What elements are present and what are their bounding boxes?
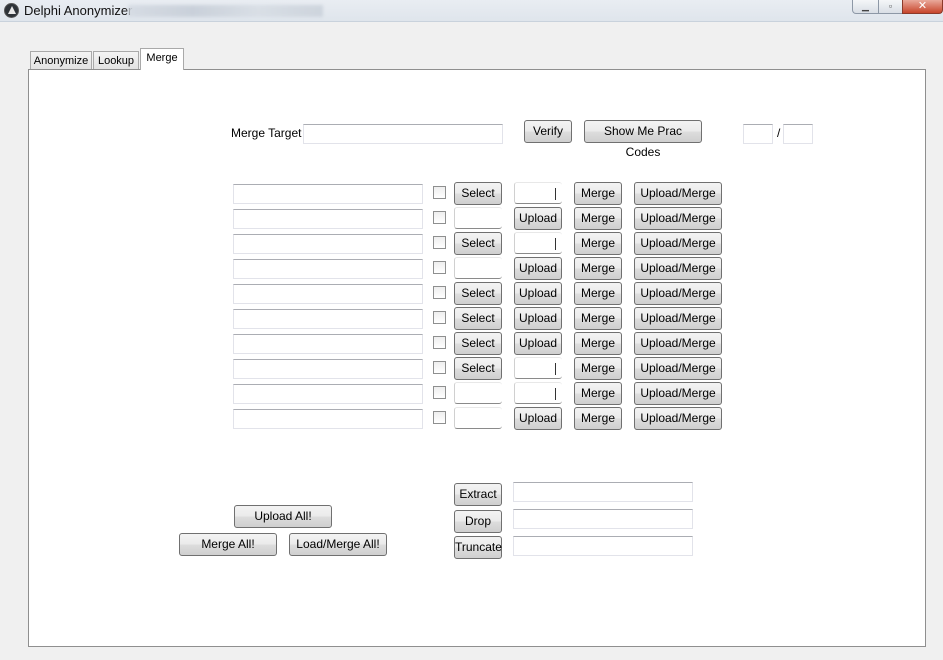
merge-button[interactable]: Merge	[574, 282, 622, 305]
file-path-input[interactable]	[233, 334, 423, 354]
select-slot-empty	[454, 382, 502, 404]
truncate-button[interactable]: Truncate	[454, 536, 502, 559]
tab-merge[interactable]: Merge	[140, 48, 184, 70]
upload-merge-button[interactable]: Upload/Merge	[634, 307, 722, 330]
merge-button[interactable]: Merge	[574, 182, 622, 205]
drop-input[interactable]	[513, 509, 693, 529]
title-bar: Delphi Anonymizer ▁ ▫ ✕	[0, 0, 943, 22]
load-merge-all-button[interactable]: Load/Merge All!	[289, 533, 387, 556]
select-button[interactable]: Select	[454, 332, 502, 355]
slot-marker	[555, 363, 556, 375]
file-path-input[interactable]	[233, 359, 423, 379]
select-button[interactable]: Select	[454, 307, 502, 330]
merge-button[interactable]: Merge	[574, 332, 622, 355]
counter-right-input[interactable]	[783, 124, 813, 144]
upload-merge-button[interactable]: Upload/Merge	[634, 282, 722, 305]
upload-merge-button[interactable]: Upload/Merge	[634, 357, 722, 380]
upload-slot-empty	[514, 182, 562, 204]
upload-button[interactable]: Upload	[514, 407, 562, 430]
row-checkbox[interactable]	[433, 286, 446, 299]
minimize-icon[interactable]: ▁	[852, 0, 879, 14]
upload-button[interactable]: Upload	[514, 332, 562, 355]
upload-slot-empty	[514, 232, 562, 254]
drop-button[interactable]: Drop	[454, 510, 502, 533]
extract-input[interactable]	[513, 482, 693, 502]
select-slot-empty	[454, 257, 502, 279]
maximize-icon[interactable]: ▫	[878, 0, 903, 14]
row-checkbox[interactable]	[433, 336, 446, 349]
app-logo-icon	[4, 3, 19, 18]
title-blurred-text	[128, 5, 323, 17]
select-slot-empty	[454, 407, 502, 429]
row-checkbox[interactable]	[433, 311, 446, 324]
merge-target-input[interactable]	[303, 124, 503, 144]
upload-button[interactable]: Upload	[514, 307, 562, 330]
merge-button[interactable]: Merge	[574, 382, 622, 405]
merge-button[interactable]: Merge	[574, 257, 622, 280]
tab-lookup[interactable]: Lookup	[93, 51, 139, 71]
file-path-input[interactable]	[233, 284, 423, 304]
counter-separator: /	[777, 126, 781, 140]
merge-button[interactable]: Merge	[574, 207, 622, 230]
select-button[interactable]: Select	[454, 182, 502, 205]
upload-merge-button[interactable]: Upload/Merge	[634, 407, 722, 430]
upload-merge-button[interactable]: Upload/Merge	[634, 182, 722, 205]
file-path-input[interactable]	[233, 184, 423, 204]
row-checkbox[interactable]	[433, 361, 446, 374]
verify-button[interactable]: Verify	[524, 120, 572, 143]
select-button[interactable]: Select	[454, 357, 502, 380]
file-path-input[interactable]	[233, 409, 423, 429]
close-icon[interactable]: ✕	[902, 0, 943, 14]
file-path-input[interactable]	[233, 384, 423, 404]
merge-button[interactable]: Merge	[574, 307, 622, 330]
show-prac-codes-button[interactable]: Show Me Prac Codes	[584, 120, 702, 159]
upload-merge-button[interactable]: Upload/Merge	[634, 257, 722, 280]
upload-slot-empty	[514, 357, 562, 379]
row-checkbox[interactable]	[433, 236, 446, 249]
extract-button[interactable]: Extract	[454, 483, 502, 506]
file-path-input[interactable]	[233, 309, 423, 329]
upload-button[interactable]: Upload	[514, 257, 562, 280]
row-checkbox[interactable]	[433, 411, 446, 424]
upload-button[interactable]: Upload	[514, 207, 562, 230]
upload-button[interactable]: Upload	[514, 282, 562, 305]
row-checkbox[interactable]	[433, 211, 446, 224]
file-path-input[interactable]	[233, 209, 423, 229]
row-checkbox[interactable]	[433, 261, 446, 274]
slot-marker	[555, 238, 556, 250]
upload-merge-button[interactable]: Upload/Merge	[634, 382, 722, 405]
select-button[interactable]: Select	[454, 232, 502, 255]
truncate-input[interactable]	[513, 536, 693, 556]
counter-left-input[interactable]	[743, 124, 773, 144]
merge-button[interactable]: Merge	[574, 232, 622, 255]
row-checkbox[interactable]	[433, 386, 446, 399]
select-button[interactable]: Select	[454, 282, 502, 305]
upload-merge-button[interactable]: Upload/Merge	[634, 207, 722, 230]
merge-button[interactable]: Merge	[574, 407, 622, 430]
window-title: Delphi Anonymizer	[24, 3, 133, 18]
upload-slot-empty	[514, 382, 562, 404]
select-slot-empty	[454, 207, 502, 229]
slot-marker	[555, 188, 556, 200]
tab-anonymize[interactable]: Anonymize	[30, 51, 92, 71]
row-checkbox[interactable]	[433, 186, 446, 199]
merge-target-label: Merge Target	[231, 126, 302, 140]
merge-all-button[interactable]: Merge All!	[179, 533, 277, 556]
upload-merge-button[interactable]: Upload/Merge	[634, 232, 722, 255]
upload-all-button[interactable]: Upload All!	[234, 505, 332, 528]
file-path-input[interactable]	[233, 259, 423, 279]
upload-merge-button[interactable]: Upload/Merge	[634, 332, 722, 355]
merge-button[interactable]: Merge	[574, 357, 622, 380]
slot-marker	[555, 388, 556, 400]
file-path-input[interactable]	[233, 234, 423, 254]
